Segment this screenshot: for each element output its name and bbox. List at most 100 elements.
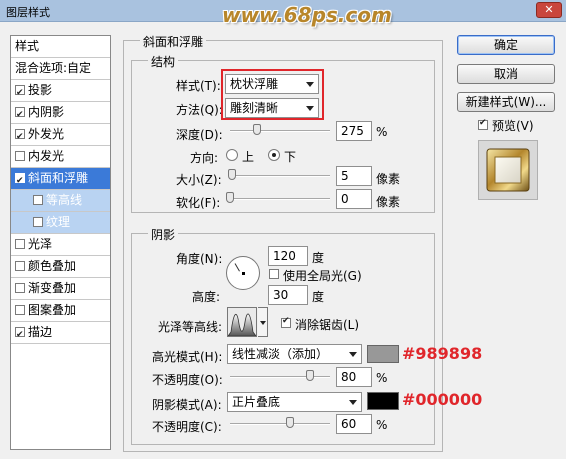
style-item-pattern-overlay[interactable]: 图案叠加	[11, 300, 110, 322]
ok-button[interactable]: 确定	[457, 35, 555, 55]
style-item-outer-glow[interactable]: 外发光	[11, 124, 110, 148]
contour-checkbox[interactable]	[33, 195, 43, 205]
style-item-color-overlay[interactable]: 颜色叠加	[11, 256, 110, 278]
highlight-opacity-track[interactable]	[230, 376, 330, 378]
watermark: www.68ps.com	[222, 3, 392, 27]
style-item-contour[interactable]: 等高线	[11, 190, 110, 212]
size-label: 大小(Z):	[176, 173, 222, 187]
style-item-label: 投影	[28, 83, 53, 97]
shading-title: 阴影	[148, 226, 179, 243]
new-style-button[interactable]: 新建样式(W)...	[457, 92, 555, 112]
gloss-contour-picker[interactable]	[227, 307, 257, 337]
style-item-label: 图案叠加	[28, 303, 77, 317]
soften-unit: 像素	[376, 195, 401, 209]
highlight-opacity-thumb[interactable]	[306, 370, 314, 381]
highlight-opacity-input[interactable]: 80	[336, 367, 372, 387]
depth-unit: %	[376, 125, 388, 139]
gloss-contour-curve-icon	[227, 308, 257, 337]
style-list: 样式 混合选项:自定 投影 内阴影 外发光 内发光 斜面和浮雕 等高线 纹理 光…	[10, 35, 111, 450]
shadow-color-swatch[interactable]	[367, 392, 399, 410]
shadow-mode-value: 正片叠底	[232, 395, 281, 409]
shadow-mode-select[interactable]: 正片叠底	[227, 392, 362, 412]
style-item-texture[interactable]: 纹理	[11, 212, 110, 234]
style-item-satin[interactable]: 光泽	[11, 234, 110, 256]
depth-input[interactable]: 275	[336, 121, 372, 141]
shadow-opacity-input[interactable]: 60	[336, 414, 372, 434]
style-item-drop-shadow[interactable]: 投影	[11, 80, 110, 104]
size-slider-track[interactable]	[230, 175, 330, 177]
angle-input[interactable]: 120	[268, 246, 308, 266]
shadow-mode-label: 阴影模式(A):	[152, 398, 222, 412]
anti-alias-checkbox[interactable]	[281, 316, 291, 328]
altitude-unit: 度	[312, 290, 325, 304]
shadow-opacity-label: 不透明度(C):	[152, 420, 222, 434]
shadow-opacity-thumb[interactable]	[286, 417, 294, 428]
style-item-label: 外发光	[28, 127, 65, 141]
highlight-mode-select[interactable]: 线性减淡（添加）	[227, 344, 362, 364]
drop-shadow-checkbox[interactable]	[15, 83, 25, 104]
global-light-label: 使用全局光(G)	[283, 269, 362, 283]
close-button[interactable]: ✕	[536, 2, 562, 18]
style-item-label: 内阴影	[28, 105, 65, 119]
style-item-label: 描边	[28, 325, 53, 339]
structure-title: 结构	[148, 53, 179, 70]
size-input[interactable]: 5	[336, 166, 372, 186]
style-item-label: 斜面和浮雕	[28, 171, 89, 185]
direction-up-radio[interactable]	[226, 149, 238, 161]
technique-label: 方法(Q):	[176, 103, 223, 117]
style-preview	[478, 140, 538, 200]
depth-slider-track[interactable]	[230, 130, 330, 132]
style-item-label: 颜色叠加	[28, 259, 77, 273]
chevron-down-icon	[349, 400, 357, 405]
stroke-checkbox[interactable]	[15, 325, 25, 346]
style-item-label: 内发光	[28, 149, 65, 163]
inner-shadow-checkbox[interactable]	[15, 105, 25, 126]
cancel-button[interactable]: 取消	[457, 64, 555, 84]
direction-down-radio[interactable]	[268, 149, 280, 161]
gradient-overlay-checkbox[interactable]	[15, 283, 25, 293]
outer-glow-checkbox[interactable]	[15, 127, 25, 148]
bevel-emboss-title: 斜面和浮雕	[140, 33, 207, 50]
global-light-checkbox[interactable]	[269, 269, 279, 279]
altitude-label: 高度:	[192, 290, 221, 304]
style-label: 样式(T):	[176, 79, 221, 93]
highlight-mode-value: 线性减淡（添加）	[232, 347, 329, 361]
texture-checkbox[interactable]	[33, 217, 43, 227]
blend-options-item[interactable]: 混合选项:自定	[11, 58, 110, 80]
altitude-input[interactable]: 30	[268, 285, 308, 305]
angle-unit: 度	[312, 251, 325, 265]
style-item-bevel-emboss[interactable]: 斜面和浮雕	[11, 168, 110, 192]
highlight-color-swatch[interactable]	[367, 345, 399, 363]
shadow-color-hex: #000000	[402, 390, 483, 409]
highlight-opacity-label: 不透明度(O):	[152, 373, 223, 387]
style-item-inner-glow[interactable]: 内发光	[11, 146, 110, 168]
soften-input[interactable]: 0	[336, 189, 372, 209]
angle-indicator	[234, 263, 240, 272]
highlight-box	[221, 69, 324, 120]
highlight-mode-label: 高光模式(H):	[152, 350, 223, 364]
gold-frame-preview-icon	[486, 148, 530, 192]
size-slider-thumb[interactable]	[228, 169, 236, 180]
color-overlay-checkbox[interactable]	[15, 261, 25, 271]
style-item-label: 渐变叠加	[28, 281, 77, 295]
style-item-stroke[interactable]: 描边	[11, 322, 110, 346]
inner-glow-checkbox[interactable]	[15, 151, 25, 161]
pattern-overlay-checkbox[interactable]	[15, 305, 25, 315]
soften-slider-thumb[interactable]	[226, 192, 234, 203]
styles-header[interactable]: 样式	[11, 36, 110, 58]
soften-slider-track[interactable]	[230, 198, 330, 200]
satin-checkbox[interactable]	[15, 239, 25, 249]
shadow-opacity-track[interactable]	[230, 423, 330, 425]
size-unit: 像素	[376, 172, 401, 186]
shadow-opacity-unit: %	[376, 418, 388, 432]
preview-checkbox[interactable]	[478, 118, 488, 130]
depth-slider-thumb[interactable]	[253, 124, 261, 135]
bevel-emboss-checkbox[interactable]	[15, 171, 25, 192]
style-item-inner-shadow[interactable]: 内阴影	[11, 102, 110, 126]
style-item-gradient-overlay[interactable]: 渐变叠加	[11, 278, 110, 300]
highlight-color-hex: #989898	[402, 344, 483, 363]
gloss-contour-dropdown[interactable]	[258, 307, 268, 337]
soften-label: 软化(F):	[176, 196, 221, 210]
angle-dial[interactable]	[226, 256, 260, 290]
direction-up-label: 上	[242, 150, 255, 164]
